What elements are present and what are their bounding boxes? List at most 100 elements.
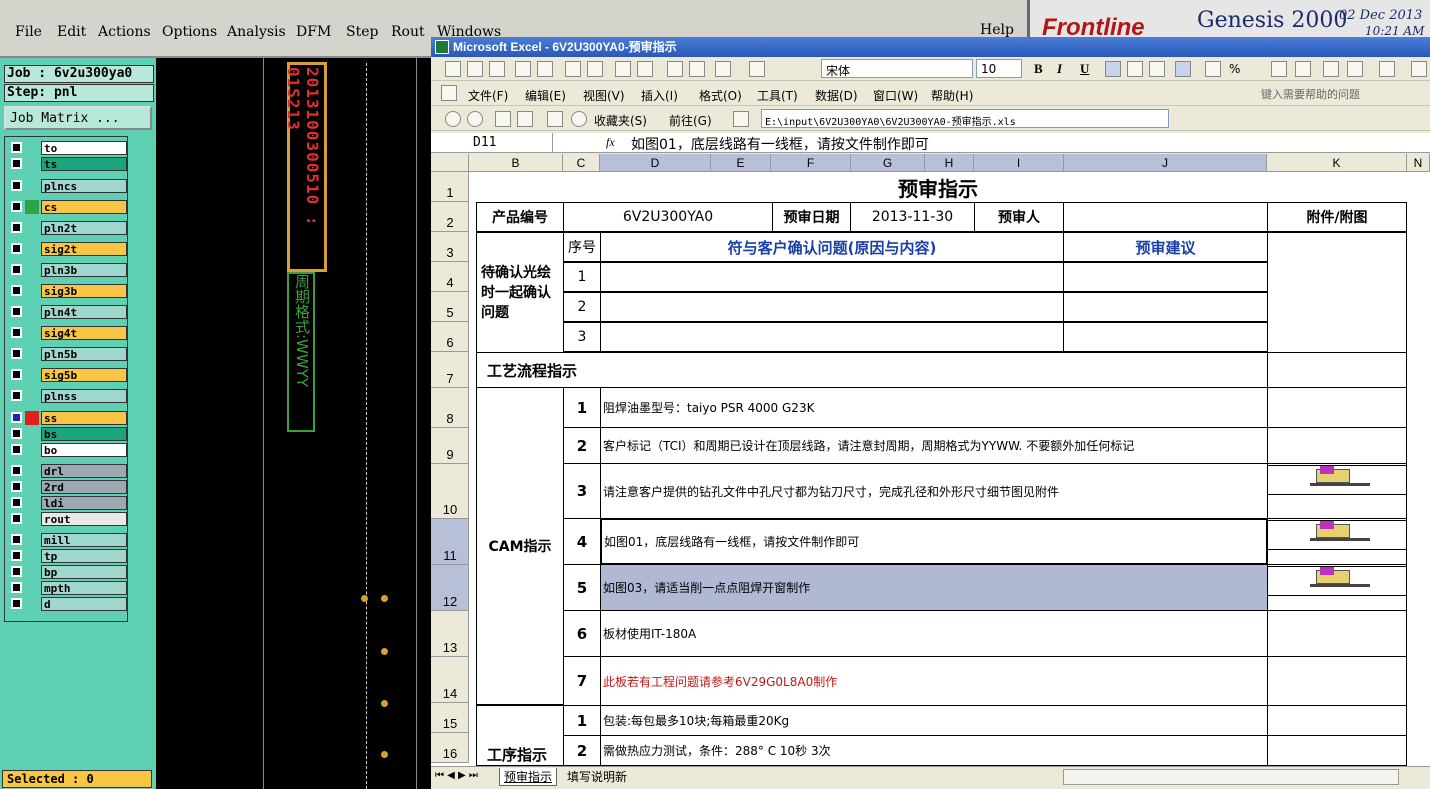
layer-row[interactable]: rout bbox=[9, 512, 127, 526]
menu-help[interactable]: Help bbox=[980, 22, 1014, 38]
spelling-icon[interactable] bbox=[615, 61, 631, 77]
email-icon[interactable] bbox=[537, 61, 553, 77]
layer-name[interactable]: drl bbox=[41, 464, 127, 478]
layer-name[interactable]: cs bbox=[41, 200, 127, 214]
xl-menu-edit[interactable]: 编辑(E) bbox=[525, 87, 566, 104]
reviewer-value[interactable] bbox=[1063, 202, 1268, 232]
row-header[interactable]: 3 bbox=[431, 232, 469, 262]
align-right-icon[interactable] bbox=[1149, 61, 1165, 77]
xl-menu-view[interactable]: 视图(V) bbox=[583, 87, 625, 104]
job-matrix-button[interactable]: Job Matrix ... bbox=[4, 106, 152, 130]
layer-name[interactable]: pln3b bbox=[41, 263, 127, 277]
col-header-H[interactable]: H bbox=[925, 154, 974, 172]
layer-checkbox[interactable] bbox=[11, 465, 22, 476]
cam-item-number[interactable]: 2 bbox=[563, 427, 601, 464]
font-size-select[interactable]: 10 bbox=[976, 59, 1022, 78]
issue-header[interactable]: 符与客户确认问题(原因与内容) bbox=[600, 232, 1064, 262]
currency-icon[interactable] bbox=[1205, 61, 1221, 77]
layer-name[interactable]: 2rd bbox=[41, 480, 127, 494]
row-header[interactable]: 8 bbox=[431, 388, 469, 428]
layer-checkbox[interactable] bbox=[11, 222, 22, 233]
layer-checkbox[interactable] bbox=[11, 264, 22, 275]
forward-icon[interactable] bbox=[467, 111, 483, 127]
layer-checkbox[interactable] bbox=[11, 550, 22, 561]
refresh-icon[interactable] bbox=[517, 111, 533, 127]
layer-row[interactable]: plncs bbox=[9, 179, 127, 193]
print-preview-icon[interactable] bbox=[587, 61, 603, 77]
layer-name[interactable]: sig2t bbox=[41, 242, 127, 256]
layer-name[interactable]: sig3b bbox=[41, 284, 127, 298]
date-value[interactable]: 2013-11-30 bbox=[850, 202, 975, 232]
layer-checkbox[interactable] bbox=[11, 566, 22, 577]
stop-icon[interactable] bbox=[495, 111, 511, 127]
menu-rout[interactable]: Rout bbox=[391, 24, 425, 40]
row-header[interactable]: 1 bbox=[431, 172, 469, 202]
issue-cell[interactable] bbox=[600, 322, 1064, 352]
layer-checkbox[interactable] bbox=[11, 243, 22, 254]
col-header-E[interactable]: E bbox=[711, 154, 771, 172]
bold-button[interactable]: B bbox=[1034, 61, 1043, 77]
menu-actions[interactable]: Actions bbox=[98, 24, 151, 40]
copy-icon[interactable] bbox=[689, 61, 705, 77]
col-header-B[interactable]: B bbox=[469, 154, 563, 172]
cam-item-text[interactable]: 客户标记（TCI）和周期已设计在顶层线路，请注意封周期，周期格式为YYWW. 不… bbox=[600, 427, 1268, 464]
row-header[interactable]: 10 bbox=[431, 464, 469, 519]
layer-checkbox[interactable] bbox=[11, 369, 22, 380]
col-header-C[interactable]: C bbox=[563, 154, 600, 172]
cam-attach[interactable] bbox=[1267, 427, 1407, 464]
home-icon[interactable] bbox=[547, 111, 563, 127]
attachment-object-icon[interactable] bbox=[1267, 566, 1407, 596]
select-all-corner[interactable] bbox=[431, 154, 469, 172]
process-item-text[interactable]: 包装:每包最多10块;每箱最重20Kg bbox=[600, 705, 1268, 736]
menu-edit[interactable]: Edit bbox=[57, 24, 86, 40]
cam-item-text[interactable]: 板材使用IT-180A bbox=[600, 610, 1268, 657]
date-label[interactable]: 预审日期 bbox=[772, 202, 851, 232]
menu-file[interactable]: File bbox=[15, 24, 42, 40]
layer-name[interactable]: bp bbox=[41, 565, 127, 579]
worksheet-grid[interactable]: B C D E F G H I J K N 1 2 3 4 5 6 7 8 9 10 11 12 13 1… bbox=[431, 154, 1430, 766]
layer-name[interactable]: sig4t bbox=[41, 326, 127, 340]
font-name-select[interactable]: 宋体 bbox=[821, 59, 973, 78]
sheet-tab[interactable]: 填写说明新 bbox=[563, 768, 631, 786]
product-value[interactable]: 6V2U300YA0 bbox=[563, 202, 773, 232]
layer-row[interactable]: ldi bbox=[9, 496, 127, 510]
layer-row[interactable]: bs bbox=[9, 427, 127, 441]
xl-menu-insert[interactable]: 插入(I) bbox=[641, 87, 678, 104]
col-header-I[interactable]: I bbox=[974, 154, 1064, 172]
layer-row[interactable]: ts bbox=[9, 157, 127, 171]
cam-item-text[interactable]: 此板若有工程问题请参考6V29G0L8A0制作 bbox=[600, 656, 1268, 706]
permission-icon[interactable] bbox=[515, 61, 531, 77]
layer-name[interactable]: ss bbox=[41, 411, 127, 425]
layer-name[interactable]: pln5b bbox=[41, 347, 127, 361]
address-field[interactable]: E:\input\6V2U300YA0\6V2U300YA0-预审指示.xls bbox=[761, 109, 1169, 128]
col-header-D[interactable]: D bbox=[600, 154, 711, 172]
search-web-icon[interactable] bbox=[571, 111, 587, 127]
layer-name[interactable]: bs bbox=[41, 427, 127, 441]
attachment-object-icon[interactable] bbox=[1267, 520, 1407, 550]
favorites-menu[interactable]: 收藏夹(S) bbox=[594, 112, 647, 129]
layer-name[interactable]: ldi bbox=[41, 496, 127, 510]
align-center-icon[interactable] bbox=[1127, 61, 1143, 77]
layer-checkbox[interactable] bbox=[11, 180, 22, 191]
process-item-number[interactable]: 1 bbox=[563, 705, 601, 736]
layer-checkbox[interactable] bbox=[11, 481, 22, 492]
fx-icon[interactable]: fx bbox=[606, 135, 615, 150]
cam-item-number[interactable]: 1 bbox=[563, 387, 601, 428]
issue-cell[interactable] bbox=[600, 292, 1064, 322]
attach-label[interactable]: 附件/附图 bbox=[1267, 202, 1407, 232]
cam-attach[interactable] bbox=[1267, 387, 1407, 428]
open-icon[interactable] bbox=[467, 61, 483, 77]
layer-name[interactable]: bo bbox=[41, 443, 127, 457]
cam-item-number[interactable]: 7 bbox=[563, 656, 601, 706]
borders-icon[interactable] bbox=[1379, 61, 1395, 77]
layer-checkbox[interactable] bbox=[11, 306, 22, 317]
layer-name[interactable]: d bbox=[41, 597, 127, 611]
layer-row[interactable]: pln5b bbox=[9, 347, 127, 361]
go-menu[interactable]: 前往(G) bbox=[669, 112, 712, 129]
layer-checkbox[interactable] bbox=[11, 390, 22, 401]
paste-icon[interactable] bbox=[715, 61, 731, 77]
layer-row[interactable]: tp bbox=[9, 549, 127, 563]
process-item-number[interactable]: 2 bbox=[563, 735, 601, 766]
row-header[interactable]: 9 bbox=[431, 428, 469, 464]
increase-indent-icon[interactable] bbox=[1347, 61, 1363, 77]
